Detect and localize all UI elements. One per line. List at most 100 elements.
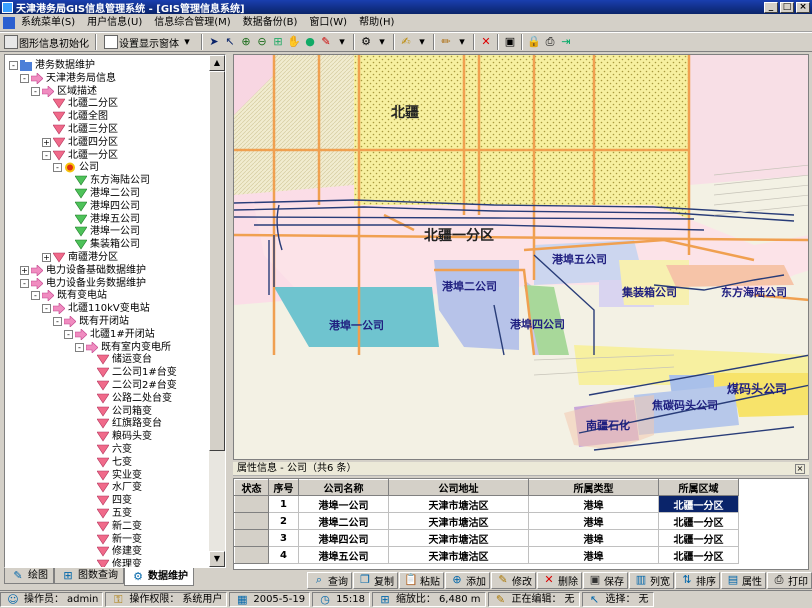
col-status[interactable]: 状态 [234, 479, 269, 496]
column-width-button[interactable]: ▥ 列宽 [629, 571, 674, 589]
table-row[interactable]: 1 港埠一公司 天津市塘沽区 港埠 北疆一分区 [234, 495, 739, 513]
display-window-button[interactable]: 设置显示窗体 ▾ [100, 33, 198, 51]
tree-node[interactable]: - 港务数据维护 [9, 59, 95, 72]
cell-type[interactable]: 港埠 [528, 529, 659, 547]
maximize-button[interactable]: □ [780, 1, 794, 13]
cell-name[interactable]: 港埠四公司 [298, 529, 389, 547]
tree-node[interactable]: - 北疆1#开闭站 [64, 328, 155, 341]
collapse-icon[interactable]: - [20, 278, 29, 288]
zoom-box-icon[interactable]: ⊞ [271, 35, 285, 49]
copy-button[interactable]: ❐ 复制 [353, 571, 398, 589]
tree-node[interactable]: - 既有变电站 [31, 289, 107, 303]
tree-node[interactable]: 红旗路变台 [86, 417, 162, 430]
tree-node[interactable]: 港埠五公司 [64, 213, 140, 226]
tree-node[interactable]: 五变 [86, 507, 132, 520]
tab-draw[interactable]: ✎ 绘图 [4, 568, 54, 584]
tree-node[interactable]: 北疆三分区 [42, 123, 118, 136]
tree-node[interactable]: 四变 [86, 494, 132, 507]
init-graphics-button[interactable]: 图形信息初始化 [0, 33, 92, 51]
exit-door-icon[interactable]: ⇥ [559, 35, 573, 49]
collapse-icon[interactable]: - [53, 163, 62, 173]
scroll-up-icon[interactable]: ▲ [209, 55, 225, 71]
tree-node[interactable]: 修理变 [86, 558, 142, 567]
expand-icon[interactable]: + [20, 265, 29, 275]
menu-user[interactable]: 用户信息(U) [81, 15, 148, 31]
cell-area[interactable]: 北疆一分区 [658, 495, 739, 513]
save-button[interactable]: ▣ 保存 [583, 571, 628, 589]
cell-address[interactable]: 天津市塘沽区 [388, 512, 529, 530]
cell-type[interactable]: 港埠 [528, 546, 659, 564]
scroll-down-icon[interactable]: ▼ [209, 551, 225, 567]
print-button[interactable]: ⎙ 打印 [767, 571, 812, 589]
table-row[interactable]: 4 港埠五公司 天津市塘沽区 港埠 北疆一分区 [234, 546, 739, 564]
collapse-icon[interactable]: - [31, 291, 40, 301]
system-menu-icon[interactable] [3, 16, 15, 29]
collapse-icon[interactable]: - [75, 342, 84, 352]
col-type[interactable]: 所属类型 [528, 479, 659, 496]
tree-node[interactable]: 港埠二公司 [64, 187, 140, 200]
col-company-address[interactable]: 公司地址 [388, 479, 529, 496]
collapse-icon[interactable]: - [20, 73, 29, 83]
paste-button[interactable]: 📋 粘贴 [399, 571, 444, 589]
chevron-down-icon[interactable]: ▾ [375, 35, 389, 49]
sort-button[interactable]: ⇅ 排序 [675, 571, 720, 589]
query-button[interactable]: ⌕ 查询 [307, 571, 352, 589]
identify-icon[interactable]: ✎ [319, 35, 333, 49]
tree-node[interactable]: 七变 [86, 456, 132, 469]
cell-address[interactable]: 天津市塘沽区 [388, 529, 529, 547]
collapse-icon[interactable]: - [42, 304, 51, 314]
close-icon[interactable]: × [795, 464, 805, 474]
tree-node[interactable]: + 电力设备基础数据维护 [20, 264, 146, 277]
tab-maintain[interactable]: ⚙ 数据维护 [124, 568, 194, 586]
tree-node[interactable]: - 天津港务局信息 [20, 72, 116, 85]
menu-system[interactable]: 系统菜单(S) [15, 15, 81, 31]
close-button[interactable]: × [796, 1, 810, 13]
select-feature-icon[interactable]: ↖ [223, 35, 237, 49]
properties-button[interactable]: ▤ 属性 [721, 571, 766, 589]
tree-node[interactable]: 北疆二分区 [42, 97, 118, 110]
collapse-icon[interactable]: - [42, 150, 51, 160]
tree-node[interactable]: - 公司 [53, 161, 99, 174]
tree-node[interactable]: 公司箱变 [86, 405, 152, 418]
splitter[interactable] [226, 54, 232, 586]
table-row[interactable]: 3 港埠四公司 天津市塘沽区 港埠 北疆一分区 [234, 529, 739, 547]
zoom-out-icon[interactable]: ⊖ [255, 35, 269, 49]
tree-node[interactable]: 储运变台 [86, 353, 152, 366]
tree-node[interactable]: 集装箱公司 [64, 238, 140, 251]
tree-node[interactable]: 新二变 [86, 520, 142, 533]
tree-node[interactable]: 修建变 [86, 545, 142, 558]
cell-address[interactable]: 天津市塘沽区 [388, 495, 529, 513]
menu-help[interactable]: 帮助(H) [353, 15, 400, 31]
tree-node[interactable]: 港埠一公司 [64, 225, 140, 238]
col-index[interactable]: 序号 [268, 479, 299, 496]
tree-node[interactable]: 北疆全图 [42, 110, 108, 123]
chevron-down-icon[interactable]: ▾ [335, 35, 349, 49]
cell-area[interactable]: 北疆一分区 [658, 546, 739, 564]
cell-name[interactable]: 港埠一公司 [298, 495, 389, 513]
pan-hand-icon[interactable]: ✋ [287, 35, 301, 49]
layer-tool-icon[interactable]: ⚙ [359, 35, 373, 49]
save-disk-icon[interactable]: ▣ [503, 35, 517, 49]
tree-node[interactable]: + 北疆四分区 [42, 136, 118, 149]
cell-address[interactable]: 天津市塘沽区 [388, 546, 529, 564]
globe-icon[interactable]: ● [303, 35, 317, 49]
delete-x-icon[interactable]: ✕ [479, 35, 493, 49]
tree-node[interactable]: 港埠四公司 [64, 200, 140, 213]
col-company-name[interactable]: 公司名称 [298, 479, 389, 496]
tree-node[interactable]: - 北疆一分区 [42, 149, 118, 162]
edit-button[interactable]: ✎ 修改 [491, 571, 536, 589]
cell-area[interactable]: 北疆一分区 [658, 529, 739, 547]
tree-node[interactable]: 水厂变 [86, 481, 142, 494]
delete-button[interactable]: ✕ 删除 [537, 571, 582, 589]
tree-node[interactable]: 新一变 [86, 533, 142, 546]
collapse-icon[interactable]: - [31, 86, 40, 96]
tree-node[interactable]: - 区域描述 [31, 84, 97, 98]
tree-scrollbar[interactable]: ▲ ▼ [209, 55, 225, 567]
tree-node[interactable]: - 既有室内变电所 [75, 340, 171, 354]
tree-node[interactable]: - 北疆110kV变电站 [42, 302, 150, 315]
minimize-button[interactable]: _ [764, 1, 778, 13]
add-button[interactable]: ⊕ 添加 [445, 571, 490, 589]
tree-node[interactable]: 粮码头变 [86, 430, 152, 443]
expand-icon[interactable]: + [42, 137, 51, 147]
tree-node[interactable]: 实业变 [86, 469, 142, 482]
